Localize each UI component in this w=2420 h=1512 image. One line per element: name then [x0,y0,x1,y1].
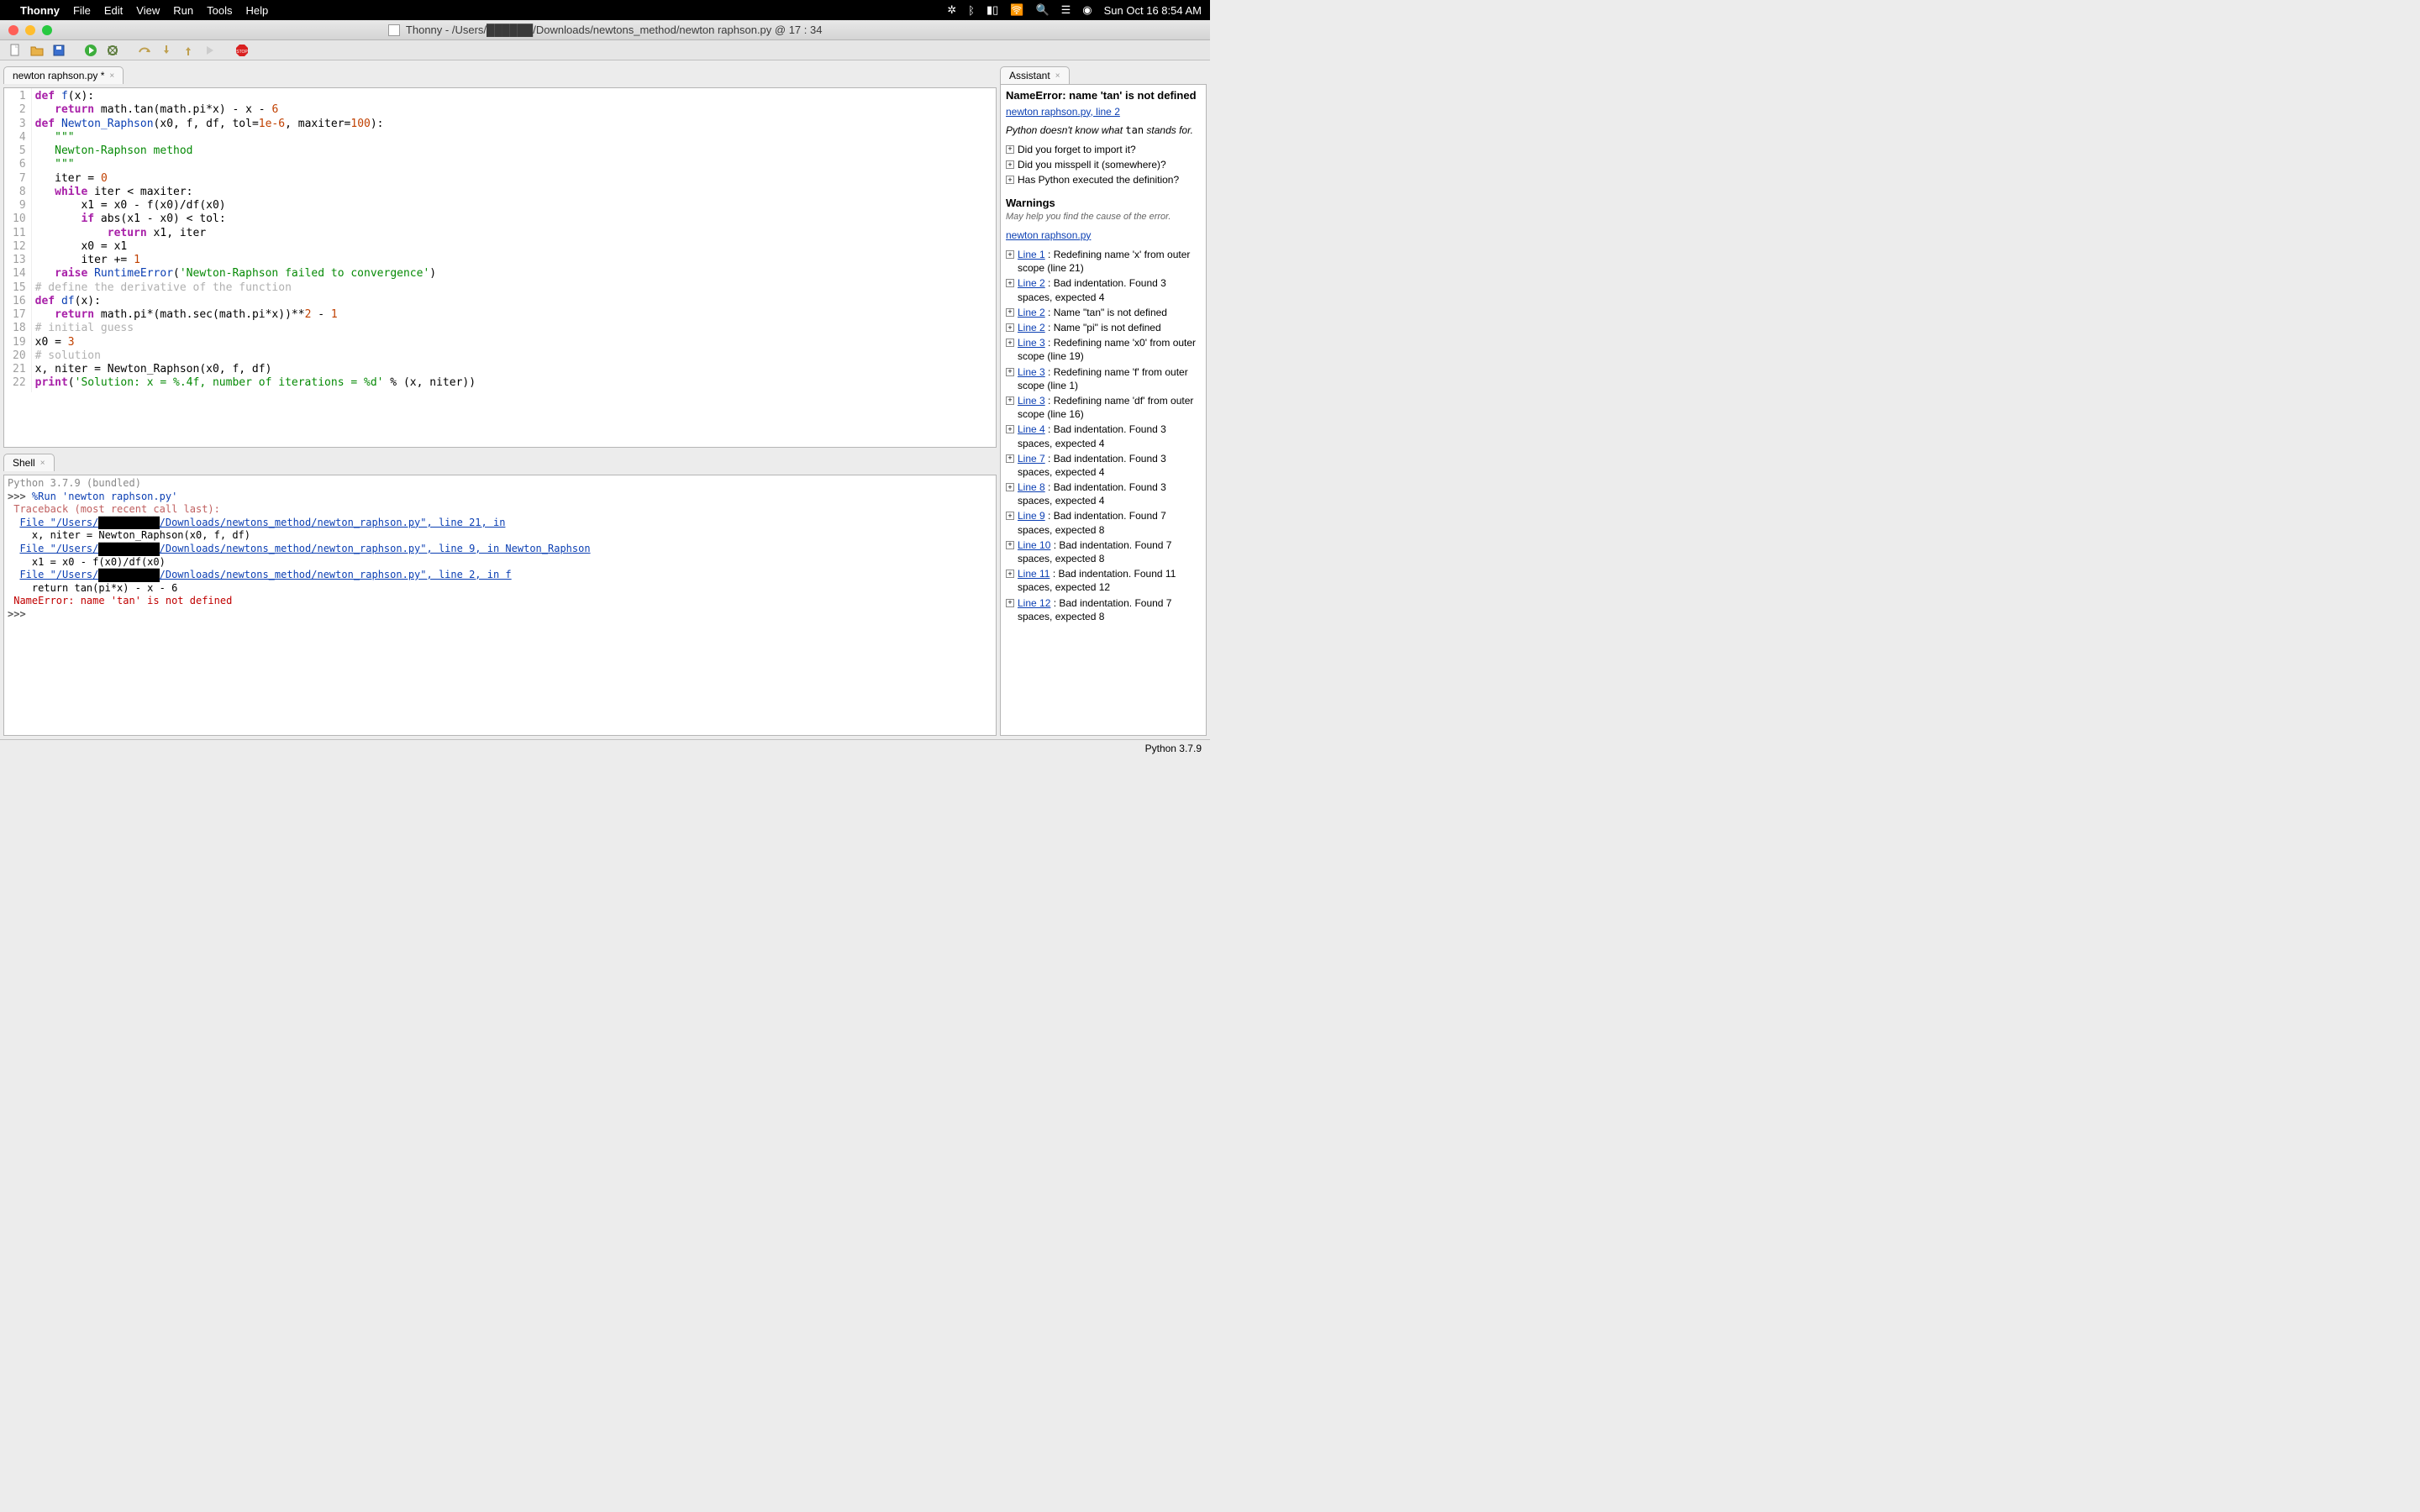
app-name[interactable]: Thonny [20,4,60,17]
assistant-pane[interactable]: NameError: name 'tan' is not defined newt… [1000,84,1207,736]
menu-run[interactable]: Run [173,4,193,17]
warning-message: : Redefining name 'x0' from outer scope … [1018,337,1196,362]
assistant-tabrow: Assistant × [1000,64,1207,84]
expand-icon[interactable]: + [1006,570,1014,578]
zoom-window-button[interactable] [42,25,52,35]
assistant-tab-label: Assistant [1009,70,1050,81]
shell-tabrow: Shell × [3,451,997,471]
hint-text: Did you forget to import it? [1018,143,1136,156]
warning-line-link[interactable]: Line 12 [1018,597,1050,609]
statusbar: Python 3.7.9 [0,739,1210,756]
warning-line-link[interactable]: Line 9 [1018,510,1045,522]
control-center-icon[interactable]: ☰ [1061,3,1071,17]
warning-file-link[interactable]: newton raphson.py [1006,229,1091,241]
editor-tabrow: newton raphson.py * × [3,64,997,84]
expand-icon[interactable]: + [1006,454,1014,463]
python-version[interactable]: Python 3.7.9 [1145,743,1202,754]
step-over-button[interactable] [136,42,153,59]
code-content[interactable]: def f(x): return math.tan(math.pi*x) - x… [32,88,479,392]
line-number-gutter: 12345678910111213141516171819202122 [4,88,32,392]
warning-line-link[interactable]: Line 4 [1018,423,1045,435]
close-tab-icon[interactable]: × [109,71,114,81]
warning-line-link[interactable]: Line 7 [1018,453,1045,465]
warnings-heading: Warnings [1006,196,1201,211]
close-window-button[interactable] [8,25,18,35]
warning-line-link[interactable]: Line 3 [1018,366,1045,378]
expand-icon[interactable]: + [1006,483,1014,491]
menu-file[interactable]: File [73,4,91,17]
window-titlebar: Thonny - /Users/██████/Downloads/newtons… [0,20,1210,40]
menu-tools[interactable]: Tools [207,4,232,17]
menubar-clock[interactable]: Sun Oct 16 8:54 AM [1104,4,1202,17]
warning-line-link[interactable]: Line 3 [1018,395,1045,407]
stop-button[interactable]: STOP [234,42,250,59]
expand-icon[interactable]: + [1006,279,1014,287]
expand-icon[interactable]: + [1006,512,1014,520]
expand-icon[interactable]: + [1006,425,1014,433]
siri-icon[interactable]: ◉ [1082,3,1092,17]
expand-icon[interactable]: + [1006,339,1014,347]
expand-icon[interactable]: + [1006,323,1014,332]
expand-icon[interactable]: + [1006,176,1014,184]
bluetooth-icon[interactable]: ᛒ [968,4,975,17]
warnings-subtitle: May help you find the cause of the error… [1006,211,1201,223]
hint-text: Has Python executed the definition? [1018,173,1179,186]
close-shell-icon[interactable]: × [40,459,45,468]
menu-view[interactable]: View [136,4,160,17]
window-title-text: Thonny - /Users/██████/Downloads/newtons… [406,24,823,36]
menu-help[interactable]: Help [245,4,268,17]
warning-line-link[interactable]: Line 3 [1018,337,1045,349]
new-file-button[interactable] [7,42,24,59]
error-title: NameError: name 'tan' is not defined [1006,88,1201,103]
expand-icon[interactable]: + [1006,368,1014,376]
editor-tab-label: newton raphson.py * [13,70,104,81]
run-button[interactable] [82,42,99,59]
assistant-tab[interactable]: Assistant × [1000,66,1070,84]
warning-line-link[interactable]: Line 8 [1018,481,1045,493]
macos-menubar: Thonny File Edit View Run Tools Help ✲ ᛒ… [0,0,1210,20]
code-editor[interactable]: 12345678910111213141516171819202122 def … [3,87,997,448]
gear-icon[interactable]: ✲ [947,3,956,17]
warning-line-link[interactable]: Line 2 [1018,322,1045,333]
menu-edit[interactable]: Edit [104,4,123,17]
shell-pane[interactable]: Python 3.7.9 (bundled)>>> %Run 'newton r… [3,475,997,736]
spotlight-icon[interactable]: 🔍 [1035,3,1049,17]
close-assistant-icon[interactable]: × [1055,71,1060,81]
battery-icon[interactable]: ▮▯ [986,3,998,17]
document-icon [388,24,400,36]
expand-icon[interactable]: + [1006,145,1014,154]
shell-tab[interactable]: Shell × [3,454,55,471]
expand-icon[interactable]: + [1006,308,1014,317]
warning-line-link[interactable]: Line 2 [1018,307,1045,318]
editor-tab[interactable]: newton raphson.py * × [3,66,124,84]
warning-line-link[interactable]: Line 2 [1018,277,1045,289]
step-into-button[interactable] [158,42,175,59]
expand-icon[interactable]: + [1006,396,1014,405]
resume-button[interactable] [202,42,218,59]
warning-message: : Name "pi" is not defined [1045,322,1161,333]
step-out-button[interactable] [180,42,197,59]
expand-icon[interactable]: + [1006,599,1014,607]
debug-button[interactable] [104,42,121,59]
warning-line-link[interactable]: Line 10 [1018,539,1050,551]
wifi-icon[interactable]: 🛜 [1010,3,1023,17]
window-title: Thonny - /Users/██████/Downloads/newtons… [0,24,1210,37]
hint-text: Did you misspell it (somewhere)? [1018,158,1166,171]
open-file-button[interactable] [29,42,45,59]
expand-icon[interactable]: + [1006,541,1014,549]
expand-icon[interactable]: + [1006,250,1014,259]
svg-text:STOP: STOP [236,50,248,55]
warning-line-link[interactable]: Line 11 [1018,568,1050,580]
error-source-link[interactable]: newton raphson.py, line 2 [1006,106,1120,118]
warning-line-link[interactable]: Line 1 [1018,249,1045,260]
save-file-button[interactable] [50,42,67,59]
warning-message: : Name "tan" is not defined [1045,307,1167,318]
shell-tab-label: Shell [13,457,35,469]
expand-icon[interactable]: + [1006,160,1014,169]
toolbar: STOP [0,40,1210,60]
minimize-window-button[interactable] [25,25,35,35]
